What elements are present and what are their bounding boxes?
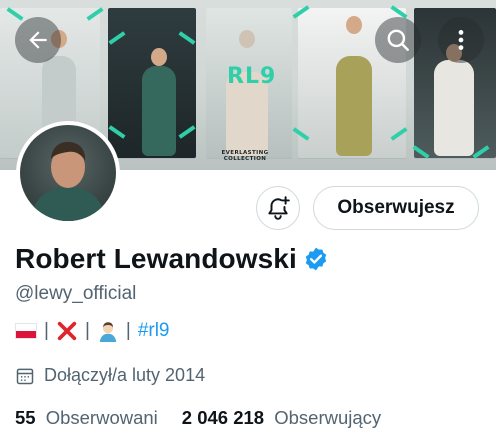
joined-text: Dołączył/a luty 2014 — [44, 365, 206, 385]
banner-figure-5 — [434, 60, 474, 156]
profile-handle: @lewy_official — [15, 283, 137, 304]
bio-separator: | — [44, 320, 49, 341]
profile-stats: 55 Obserwowani 2 046 218 Obserwujący — [15, 407, 381, 429]
following-link[interactable]: 55 Obserwowani — [15, 407, 158, 429]
banner-figure-3-head — [239, 30, 255, 48]
bell-plus-icon — [268, 196, 290, 220]
followers-count: 2 046 218 — [181, 407, 265, 428]
bio-separator: | — [125, 320, 131, 341]
bio-separator: | — [84, 320, 90, 341]
followers-link[interactable]: 2 046 218 Obserwujący — [182, 407, 381, 429]
joined-date: Dołączył/a luty 2014 — [15, 365, 205, 386]
back-button[interactable] — [15, 17, 61, 63]
notifications-button[interactable] — [256, 186, 300, 230]
avatar[interactable] — [16, 121, 120, 225]
arrow-left-icon — [29, 31, 47, 49]
profile-name: Robert Lewandowski — [15, 243, 297, 274]
following-label: Obserwowani — [45, 407, 158, 428]
banner-figure-2 — [142, 66, 176, 156]
following-button[interactable]: Obserwujesz — [313, 186, 479, 230]
cross-mark-icon — [57, 321, 77, 341]
calendar-icon — [16, 368, 34, 384]
profile-bio: | | | #rl9 — [15, 320, 170, 342]
collection-caption: EVERLASTING COLLECTION — [221, 150, 269, 162]
man-emoji-icon — [99, 322, 117, 342]
more-vertical-icon — [458, 30, 464, 50]
poland-flag-icon — [15, 323, 37, 339]
search-button[interactable] — [375, 17, 421, 63]
rl9-logo: RL9 — [227, 64, 277, 89]
profile-name-row: Robert Lewandowski — [15, 243, 329, 275]
hashtag-link[interactable]: #rl9 — [138, 320, 170, 342]
search-icon — [387, 29, 409, 51]
banner-figure-2-head — [151, 48, 167, 66]
banner-figure-4 — [336, 56, 372, 156]
avatar-portrait — [30, 141, 106, 221]
followers-label: Obserwujący — [274, 407, 382, 428]
more-button[interactable] — [438, 17, 484, 63]
following-count: 55 — [15, 407, 36, 428]
avatar-photo — [20, 125, 116, 221]
verified-badge-icon[interactable] — [303, 246, 329, 272]
banner-figure-4-head — [346, 16, 362, 34]
